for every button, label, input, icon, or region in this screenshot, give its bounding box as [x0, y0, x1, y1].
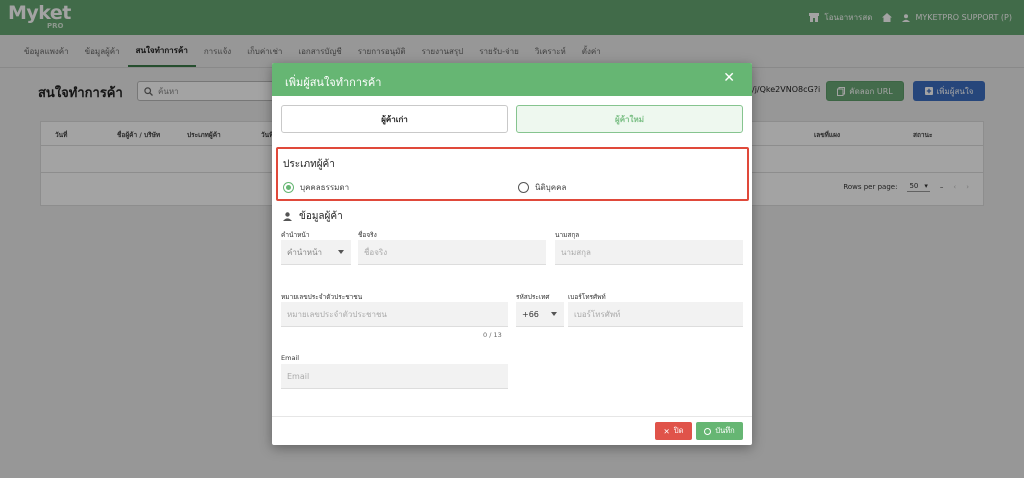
prefix-select[interactable]: คำนำหน้า: [281, 240, 351, 265]
footer-divider: [272, 416, 752, 417]
new-vendor-tab[interactable]: ผู้ค้าใหม่: [516, 105, 743, 133]
radio-unchecked-icon: [518, 182, 529, 193]
vendor-type-section: ประเภทผู้ค้า บุคคลธรรมดา นิติบุคคล: [276, 147, 749, 201]
prefix-label: คำนำหน้า: [281, 231, 310, 239]
radio-checked-icon: [283, 182, 294, 193]
firstname-input[interactable]: ชื่อจริง: [358, 240, 546, 265]
existing-vendor-tab[interactable]: ผู้ค้าเก่า: [281, 105, 508, 133]
close-x-icon: ✕: [663, 426, 670, 436]
prefix-placeholder: คำนำหน้า: [287, 247, 323, 257]
lastname-label: นามสกุล: [555, 231, 580, 239]
vendor-info-heading: ข้อมูลผู้ค้า: [283, 209, 343, 224]
radio-individual-label: บุคคลธรรมดา: [300, 183, 350, 192]
dialog-title: เพิ่มผู้สนใจทำการค้า: [285, 76, 382, 89]
radio-juristic[interactable]: นิติบุคคล: [518, 181, 566, 194]
circle-icon: [704, 427, 712, 435]
email-input[interactable]: Email: [281, 364, 508, 389]
radio-individual[interactable]: บุคคลธรรมดา: [283, 181, 349, 194]
chevron-down-icon: [551, 312, 557, 316]
person-icon: [283, 212, 292, 221]
add-interest-dialog: เพิ่มผู้สนใจทำการค้า ✕ ผู้ค้าเก่า ผู้ค้า…: [272, 63, 752, 445]
close-icon[interactable]: ✕: [723, 71, 735, 85]
country-code-select[interactable]: +66: [516, 302, 564, 327]
idcard-counter: 0 / 13: [483, 331, 502, 339]
radio-juristic-label: นิติบุคคล: [535, 183, 567, 192]
save-button[interactable]: บันทึก: [696, 422, 743, 440]
firstname-label: ชื่อจริง: [358, 231, 377, 239]
country-code-value: +66: [522, 309, 539, 319]
country-code-label: รหัสประเทศ: [516, 293, 550, 301]
lastname-input[interactable]: นามสกุล: [555, 240, 743, 265]
close-button-label: ปิด: [673, 426, 684, 435]
phone-input[interactable]: เบอร์โทรศัพท์: [568, 302, 743, 327]
close-button[interactable]: ✕ ปิด: [655, 422, 692, 440]
idcard-input[interactable]: หมายเลขประจำตัวประชาชน: [281, 302, 508, 327]
email-label: Email: [281, 354, 300, 362]
vendor-info-title: ข้อมูลผู้ค้า: [299, 211, 343, 222]
vendor-type-title: ประเภทผู้ค้า: [283, 159, 335, 170]
save-button-label: บันทึก: [715, 426, 735, 435]
chevron-down-icon: [338, 250, 344, 254]
dialog-header: เพิ่มผู้สนใจทำการค้า ✕: [272, 63, 752, 96]
idcard-label: หมายเลขประจำตัวประชาชน: [281, 293, 363, 301]
phone-label: เบอร์โทรศัพท์: [568, 293, 606, 301]
